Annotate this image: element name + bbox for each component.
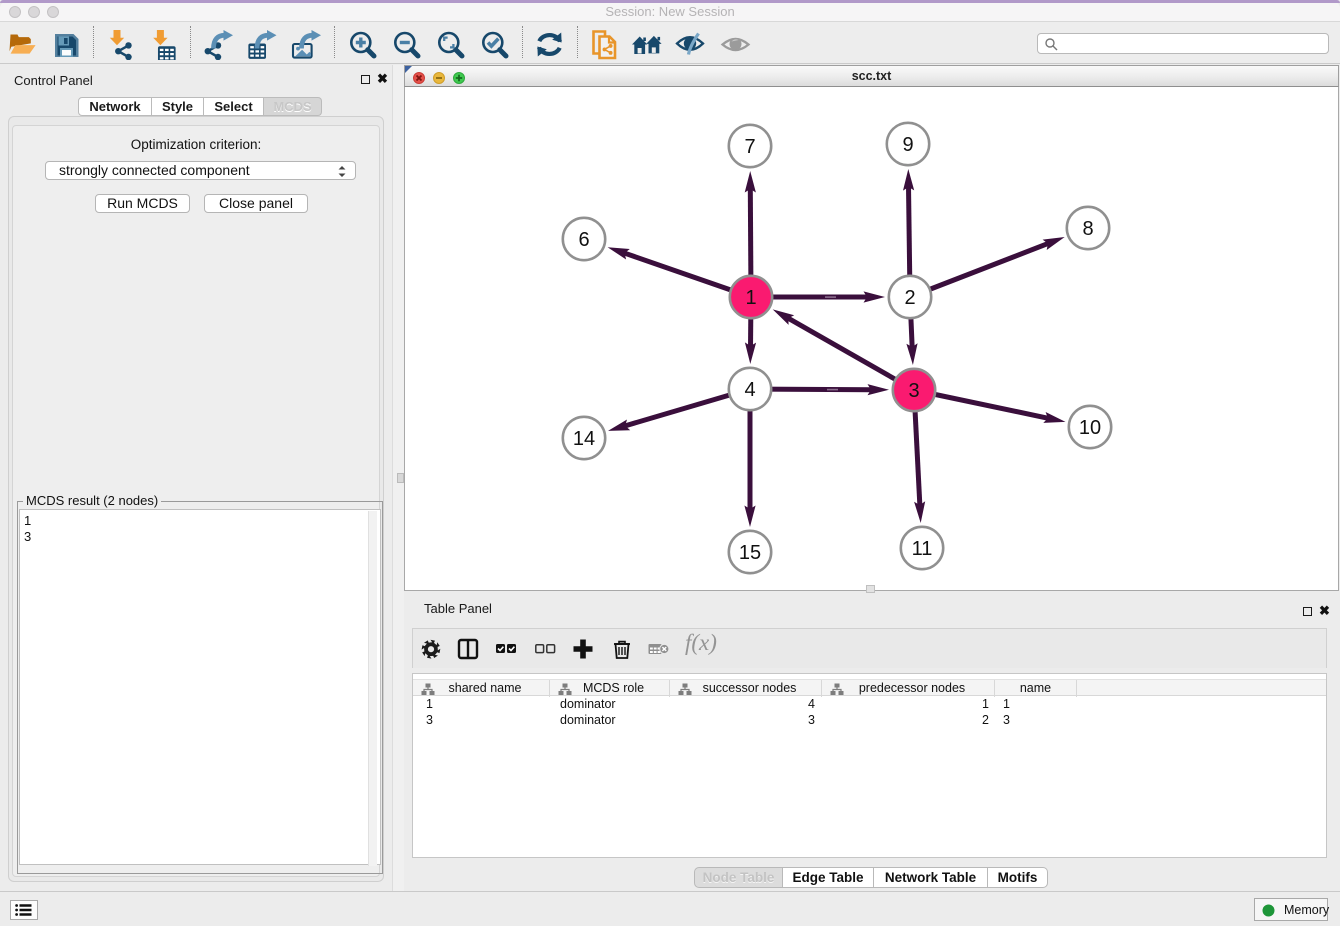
svg-text:8: 8	[1082, 218, 1093, 240]
svg-text:6: 6	[578, 229, 589, 251]
svg-text:2: 2	[904, 287, 915, 309]
svg-text:7: 7	[744, 136, 755, 158]
svg-text:4: 4	[744, 379, 755, 401]
svg-text:3: 3	[908, 380, 919, 402]
svg-text:15: 15	[739, 542, 761, 564]
svg-text:1: 1	[745, 287, 756, 309]
svg-text:14: 14	[573, 428, 595, 450]
svg-text:11: 11	[912, 538, 933, 560]
svg-text:9: 9	[902, 134, 913, 156]
svg-text:10: 10	[1079, 417, 1101, 439]
